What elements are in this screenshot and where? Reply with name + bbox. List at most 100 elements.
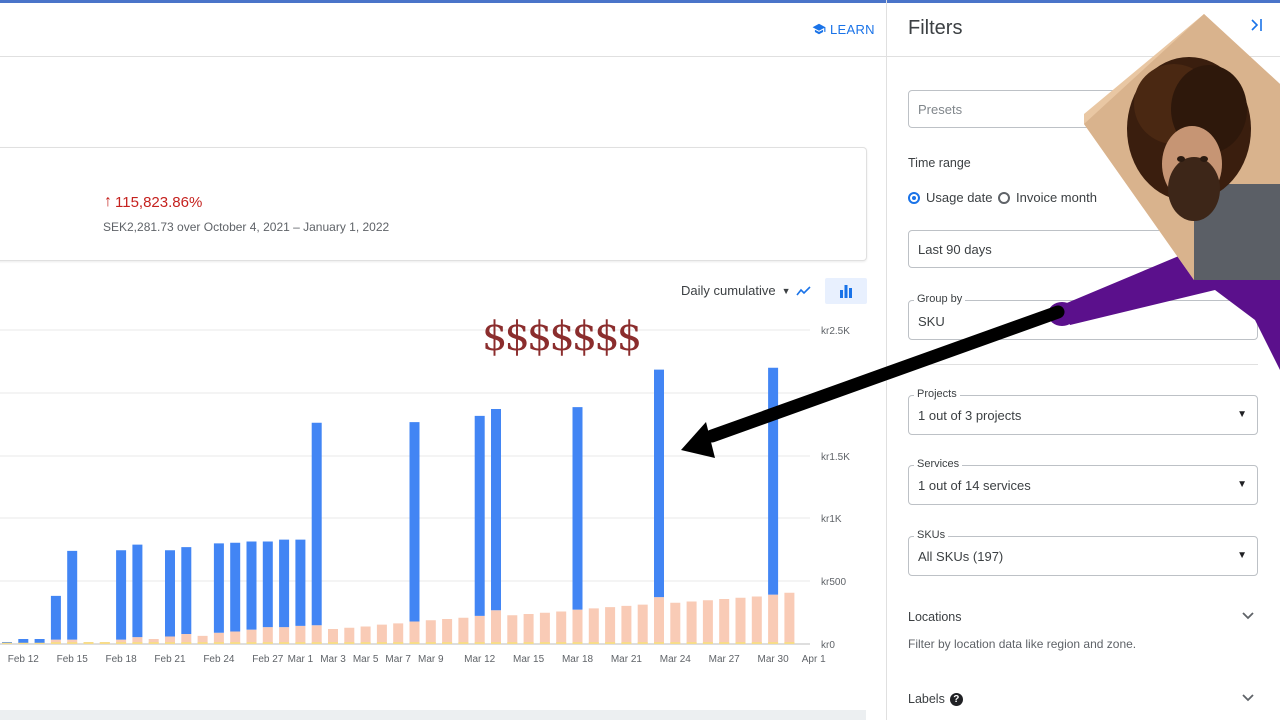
bar-segment-blue[interactable] [246, 541, 257, 630]
bar-segment-blue[interactable] [18, 639, 29, 643]
bar-segment-blue[interactable] [132, 544, 143, 638]
line-chart-button[interactable] [792, 280, 816, 302]
bar-segment-peach[interactable] [637, 604, 648, 644]
arrow-up-icon: ↑ [104, 193, 112, 210]
bar-segment-peach[interactable] [376, 624, 387, 644]
y-tick-label: kr2.5K [821, 326, 850, 337]
bar-segment-gold [458, 642, 469, 644]
bar-segment-blue[interactable] [654, 369, 664, 598]
bar-segment-blue[interactable] [572, 407, 583, 610]
locations-label[interactable]: Locations [908, 610, 962, 624]
group-by-select[interactable]: Group by SKU [908, 293, 1258, 340]
bar-segment-blue[interactable] [311, 422, 322, 626]
bar-segment-peach[interactable] [768, 594, 779, 644]
bar-segment-gold [425, 642, 436, 644]
bar-segment-peach[interactable] [311, 625, 322, 644]
bar-segment-peach[interactable] [360, 626, 371, 645]
bar-segment-blue[interactable] [409, 422, 420, 622]
x-tick-label: Feb 15 [57, 654, 89, 665]
change-percentage: ↑ 115,823.86% [104, 193, 202, 211]
bar-segment-blue[interactable] [116, 550, 127, 640]
bar-segment-peach[interactable] [409, 621, 420, 645]
bar-segment-peach[interactable] [262, 627, 273, 644]
chevron-down-icon[interactable] [1241, 690, 1255, 706]
dropdown-arrow-icon: ▼ [1237, 550, 1247, 561]
bar-segment-peach[interactable] [572, 609, 583, 644]
bar-segment-peach[interactable] [702, 600, 713, 644]
bar-segment-peach[interactable] [605, 607, 616, 644]
bar-segment-gold [344, 642, 355, 644]
bar-segment-blue[interactable] [768, 367, 779, 595]
view-mode-select[interactable]: Daily cumulative ▼ [681, 283, 791, 298]
bar-segment-peach[interactable] [539, 612, 550, 644]
bar-segment-blue[interactable] [34, 639, 45, 643]
bar-segment-blue[interactable] [491, 409, 501, 611]
bar-segment-gold [605, 642, 616, 644]
bar-segment-blue[interactable] [67, 550, 78, 640]
bar-segment-gold [784, 642, 795, 644]
bar-segment-peach[interactable] [425, 620, 436, 644]
x-tick-label: Mar 12 [464, 654, 496, 665]
bar-segment-peach[interactable] [523, 614, 534, 644]
services-value: 1 out of 14 services [918, 478, 1031, 493]
bar-segment-blue[interactable] [474, 415, 485, 616]
bar-segment-gold [702, 642, 713, 644]
bar-segment-blue[interactable] [230, 542, 241, 632]
bar-segment-peach[interactable] [344, 627, 355, 644]
services-label: Services [914, 458, 963, 470]
bar-segment-blue[interactable] [295, 539, 306, 626]
bar-segment-gold [507, 642, 518, 644]
bar-segment-peach[interactable] [784, 592, 795, 644]
x-tick-label: Feb 18 [106, 654, 138, 665]
bar-segment-peach[interactable] [474, 615, 485, 644]
bar-segment-blue[interactable] [181, 547, 192, 634]
services-select[interactable]: Services 1 out of 14 services ▼ [908, 458, 1258, 505]
projects-select[interactable]: Projects 1 out of 3 projects ▼ [908, 388, 1258, 435]
dropdown-arrow-icon: ▼ [1237, 409, 1247, 420]
change-percentage-value: 115,823.86% [115, 193, 203, 211]
x-tick-label: Feb 21 [154, 654, 186, 665]
bar-segment-gold [442, 642, 453, 644]
projects-label: Projects [914, 388, 960, 400]
group-by-value: SKU [918, 314, 945, 329]
bar-segment-blue[interactable] [213, 543, 224, 633]
labels-section[interactable]: Labels? [908, 692, 963, 707]
bar-segment-peach[interactable] [654, 597, 664, 644]
bar-segment-peach[interactable] [556, 611, 567, 645]
radio-usage-label: Usage date [926, 190, 993, 205]
bar-segment-peach[interactable] [719, 599, 730, 644]
radio-usage-date[interactable]: Usage date [908, 190, 993, 205]
bar-segment-gold [279, 642, 290, 644]
radio-invoice-month[interactable]: Invoice month [998, 190, 1097, 205]
bar-segment-peach[interactable] [621, 605, 632, 644]
bar-segment-peach[interactable] [670, 602, 681, 644]
bar-segment-peach[interactable] [491, 610, 501, 644]
chevron-down-icon[interactable] [1241, 608, 1255, 624]
bar-segment-blue[interactable] [262, 541, 273, 628]
bar-segment-peach[interactable] [751, 596, 762, 645]
x-tick-label: Mar 27 [709, 654, 741, 665]
bar-segment-peach[interactable] [507, 615, 518, 644]
bar-segment-peach[interactable] [328, 629, 338, 644]
bar-segment-peach[interactable] [735, 597, 746, 644]
bar-segment-peach[interactable] [442, 619, 453, 644]
learn-link[interactable]: LEARN [812, 18, 875, 40]
bar-segment-blue[interactable] [165, 550, 175, 637]
presets-placeholder: Presets [918, 102, 963, 117]
bar-segment-blue[interactable] [50, 595, 61, 640]
change-detail: SEK2,281.73 over October 4, 2021 – Janua… [103, 220, 390, 234]
bar-segment-peach[interactable] [686, 601, 697, 645]
help-icon[interactable]: ? [949, 693, 963, 707]
skus-select[interactable]: SKUs All SKUs (197) ▼ [908, 529, 1258, 576]
bar-segment-peach[interactable] [458, 617, 469, 644]
bar-segment-blue[interactable] [279, 539, 290, 628]
bar-segment-peach[interactable] [279, 627, 290, 644]
bar-segment-gold [116, 642, 127, 644]
bar-segment-blue[interactable] [2, 642, 12, 643]
bar-segment-peach[interactable] [295, 625, 306, 644]
bar-segment-peach[interactable] [246, 629, 257, 644]
bar-segment-peach[interactable] [393, 623, 404, 644]
filters-title: Filters [908, 17, 963, 39]
bar-segment-peach[interactable] [588, 608, 599, 644]
y-tick-label: kr500 [821, 577, 846, 588]
